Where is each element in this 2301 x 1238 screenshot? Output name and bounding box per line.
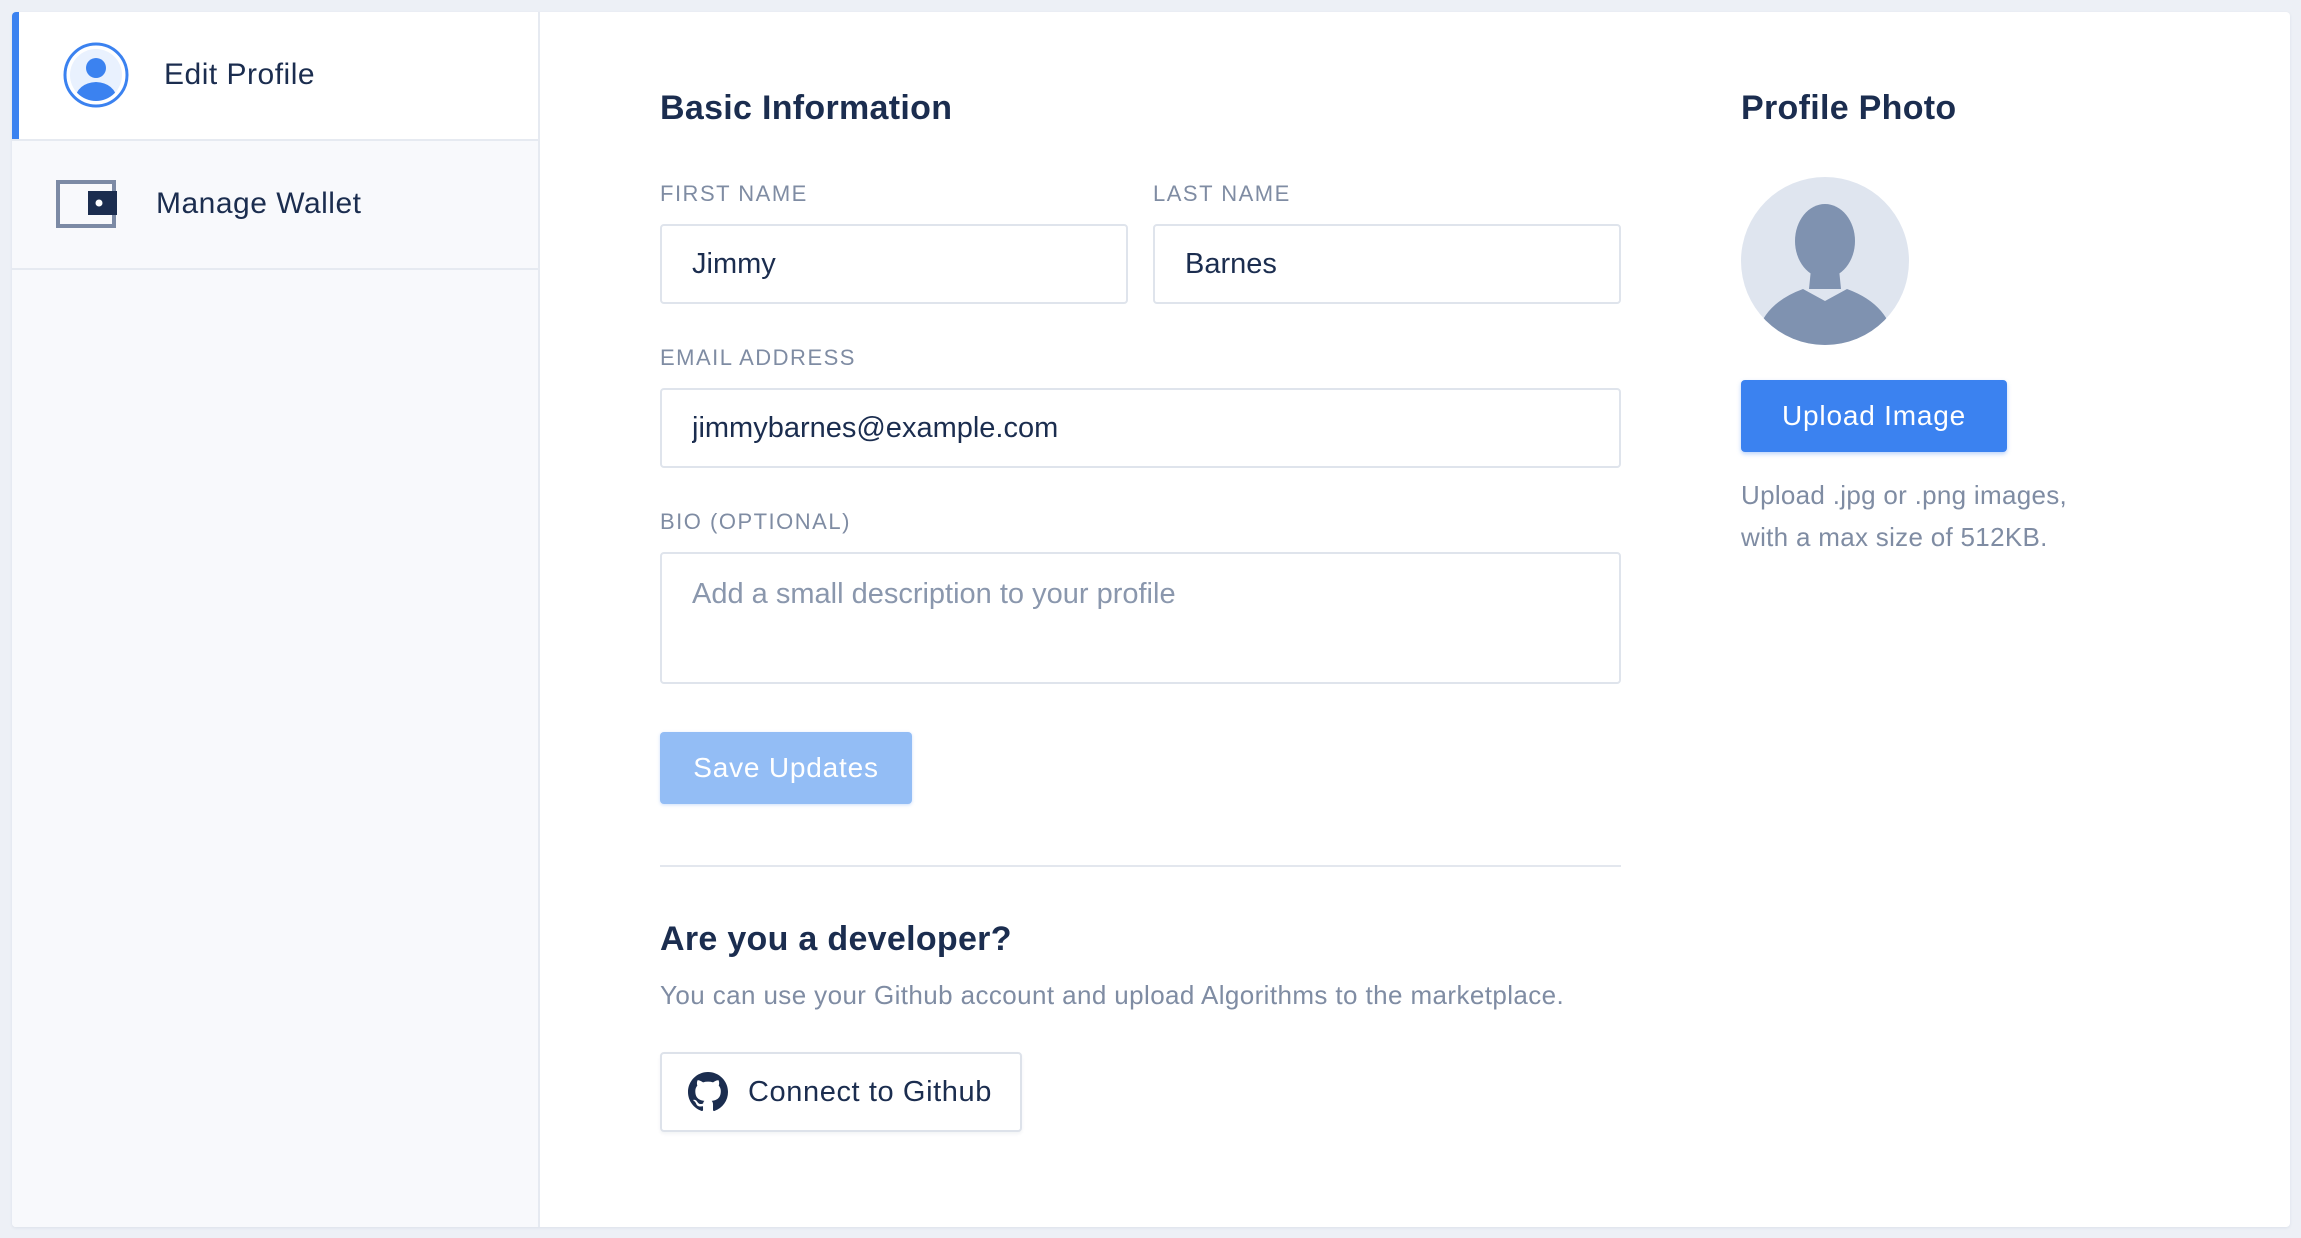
wallet-icon bbox=[56, 179, 118, 237]
user-circle-icon bbox=[62, 41, 130, 117]
github-icon bbox=[688, 1072, 728, 1112]
avatar bbox=[1741, 177, 1909, 345]
sidebar-item-edit-profile[interactable]: Edit Profile bbox=[12, 12, 538, 141]
save-updates-button[interactable]: Save Updates bbox=[660, 732, 912, 804]
bio-label: BIO (OPTIONAL) bbox=[660, 509, 851, 534]
settings-sidebar: Edit Profile Manage Wallet bbox=[12, 12, 540, 1227]
developer-description: You can use your Github account and uplo… bbox=[660, 980, 1565, 1010]
connect-github-label: Connect to Github bbox=[748, 1075, 992, 1108]
connect-github-button[interactable]: Connect to Github bbox=[660, 1052, 1022, 1132]
profile-photo-heading: Profile Photo bbox=[1741, 89, 1957, 127]
upload-image-button[interactable]: Upload Image bbox=[1741, 380, 2007, 452]
bio-textarea[interactable] bbox=[660, 552, 1621, 684]
basic-information-heading: Basic Information bbox=[660, 89, 953, 127]
email-field[interactable] bbox=[660, 388, 1621, 468]
developer-heading: Are you a developer? bbox=[660, 920, 1012, 958]
section-divider bbox=[660, 865, 1621, 867]
sidebar-item-label: Manage Wallet bbox=[156, 187, 362, 220]
sidebar-item-manage-wallet[interactable]: Manage Wallet bbox=[12, 141, 538, 270]
sidebar-item-label: Edit Profile bbox=[164, 58, 316, 91]
first-name-field[interactable] bbox=[660, 224, 1128, 304]
last-name-field[interactable] bbox=[1153, 224, 1621, 304]
email-label: EMAIL ADDRESS bbox=[660, 345, 856, 370]
first-name-label: FIRST NAME bbox=[660, 181, 808, 206]
last-name-label: LAST NAME bbox=[1153, 181, 1291, 206]
profile-settings-card: Edit Profile Manage Wallet Basic Informa… bbox=[12, 12, 2290, 1227]
upload-help-text: Upload .jpg or .png images, with a max s… bbox=[1741, 480, 2068, 552]
